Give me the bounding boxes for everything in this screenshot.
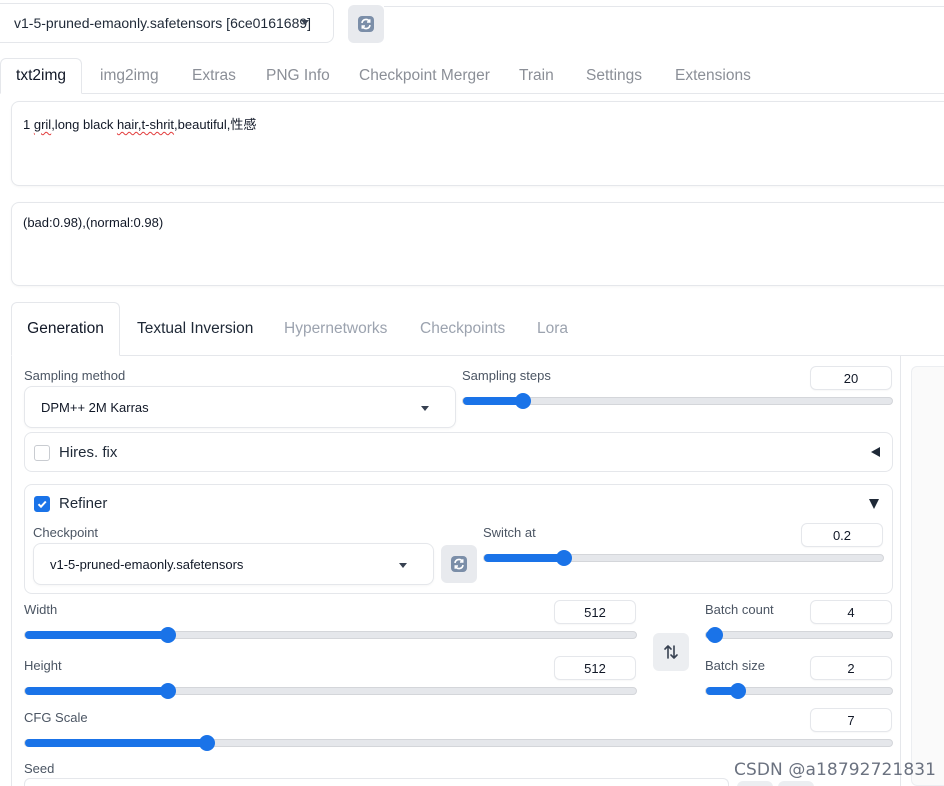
- main-tabs: txt2img img2img Extras PNG Info Checkpoi…: [0, 58, 944, 94]
- cfg-scale-slider[interactable]: [24, 735, 893, 751]
- refiner-checkpoint-select[interactable]: v1-5-pruned-emaonly.safetensors: [33, 543, 434, 585]
- model-checkpoint-select[interactable]: v1-5-pruned-emaonly.safetensors [6ce0161…: [0, 3, 334, 43]
- switch-at-slider[interactable]: [483, 550, 884, 566]
- slider-thumb[interactable]: [199, 735, 216, 751]
- batch-size-label: Batch size: [705, 658, 765, 673]
- subtab-hypernetworks[interactable]: Hypernetworks: [284, 302, 387, 356]
- expand-arrow-icon[interactable]: [871, 447, 880, 457]
- watermark-text: CSDN @a18792721831: [734, 760, 937, 780]
- seed-label: Seed: [24, 761, 55, 776]
- sampling-steps-label: Sampling steps: [462, 368, 551, 383]
- tab-extras[interactable]: Extras: [177, 58, 251, 94]
- refresh-icon: [358, 16, 374, 32]
- tab-txt2img[interactable]: txt2img: [0, 58, 82, 94]
- prompt-text-typo: hair,t-shrit: [116, 117, 175, 132]
- tab-img2img[interactable]: img2img: [85, 58, 174, 94]
- prompt-text-mid: ,long black: [51, 117, 117, 132]
- sampling-steps-slider[interactable]: [462, 393, 893, 409]
- width-input[interactable]: 512: [554, 600, 636, 624]
- negative-prompt-text: (bad:0.98),(normal:0.98): [23, 215, 164, 230]
- tab-extensions[interactable]: Extensions: [660, 58, 766, 94]
- height-slider[interactable]: [24, 683, 637, 699]
- height-label: Height: [24, 658, 62, 673]
- refiner-checkbox[interactable]: [34, 495, 50, 512]
- prompt-textarea[interactable]: 1 gril,long black hair,t-shrit,beautiful…: [11, 101, 944, 186]
- tab-train[interactable]: Train: [504, 58, 569, 94]
- sampling-method-label: Sampling method: [24, 368, 126, 383]
- collapse-arrow-icon[interactable]: [869, 499, 879, 509]
- switch-at-input[interactable]: 0.2: [801, 523, 883, 547]
- slider-fill: [25, 631, 168, 639]
- output-gallery-panel: [911, 366, 944, 786]
- batch-size-slider[interactable]: [705, 683, 893, 699]
- refiner-checkpoint-value: v1-5-pruned-emaonly.safetensors: [50, 556, 244, 572]
- tab-settings[interactable]: Settings: [571, 58, 657, 94]
- hires-fix-checkbox[interactable]: [34, 444, 50, 461]
- slider-fill: [25, 739, 208, 747]
- header-divider: [384, 6, 944, 7]
- chevron-down-icon: [301, 20, 309, 25]
- cfg-scale-input[interactable]: 7: [810, 708, 892, 732]
- subtab-generation[interactable]: Generation: [11, 302, 120, 356]
- subtab-lora[interactable]: Lora: [537, 302, 568, 356]
- sampling-steps-input[interactable]: 20: [810, 366, 892, 390]
- hires-fix-header: Hires. fix: [34, 444, 117, 461]
- slider-thumb[interactable]: [515, 393, 532, 409]
- slider-thumb[interactable]: [159, 627, 176, 643]
- prompt-text-pre: 1: [23, 117, 34, 132]
- random-seed-button[interactable]: [737, 781, 773, 786]
- checkmark-icon: [37, 500, 47, 508]
- batch-count-slider[interactable]: [705, 627, 893, 643]
- prompt-text-post: ,beautiful,性感: [174, 117, 257, 132]
- slider-fill: [25, 687, 168, 695]
- refresh-refiner-button[interactable]: [441, 545, 477, 583]
- seed-input[interactable]: [24, 778, 729, 786]
- refiner-checkpoint-label: Checkpoint: [33, 525, 99, 540]
- sampling-method-select[interactable]: DPM++ 2M Karras: [24, 386, 456, 428]
- slider-thumb[interactable]: [729, 683, 746, 699]
- swap-arrows-icon: [664, 645, 678, 659]
- hires-fix-label: Hires. fix: [59, 444, 118, 461]
- cfg-scale-label: CFG Scale: [24, 710, 88, 725]
- tab-checkpoint-merger[interactable]: Checkpoint Merger: [344, 58, 505, 94]
- sampling-method-value: DPM++ 2M Karras: [41, 399, 149, 415]
- tab-png-info[interactable]: PNG Info: [251, 58, 345, 94]
- refresh-icon: [451, 556, 467, 572]
- model-checkpoint-value: v1-5-pruned-emaonly.safetensors [6ce0161…: [14, 15, 312, 31]
- chevron-down-icon: [421, 406, 429, 411]
- refresh-models-button[interactable]: [348, 5, 384, 43]
- slider-fill: [463, 397, 524, 405]
- height-input[interactable]: 512: [554, 656, 636, 680]
- batch-count-label: Batch count: [705, 602, 774, 617]
- slider-thumb[interactable]: [159, 683, 176, 699]
- chevron-down-icon: [399, 563, 407, 568]
- subtab-textual-inversion[interactable]: Textual Inversion: [137, 302, 253, 356]
- batch-count-input[interactable]: 4: [810, 600, 892, 624]
- generation-subtabs: Generation Textual Inversion Hypernetwor…: [11, 302, 944, 356]
- swap-dimensions-button[interactable]: [653, 633, 689, 671]
- refiner-header: Refiner: [34, 495, 107, 512]
- slider-fill: [484, 554, 564, 562]
- refiner-label: Refiner: [59, 495, 108, 512]
- subtab-checkpoints[interactable]: Checkpoints: [420, 302, 505, 356]
- width-slider[interactable]: [24, 627, 637, 643]
- prompt-text-typo: gril: [33, 117, 52, 132]
- reuse-seed-button[interactable]: [778, 781, 814, 786]
- hires-fix-accordion[interactable]: Hires. fix: [24, 432, 893, 472]
- negative-prompt-textarea[interactable]: (bad:0.98),(normal:0.98): [11, 202, 944, 286]
- batch-size-input[interactable]: 2: [810, 656, 892, 680]
- width-label: Width: [24, 602, 58, 617]
- slider-thumb[interactable]: [555, 550, 572, 566]
- switch-at-label: Switch at: [483, 525, 536, 540]
